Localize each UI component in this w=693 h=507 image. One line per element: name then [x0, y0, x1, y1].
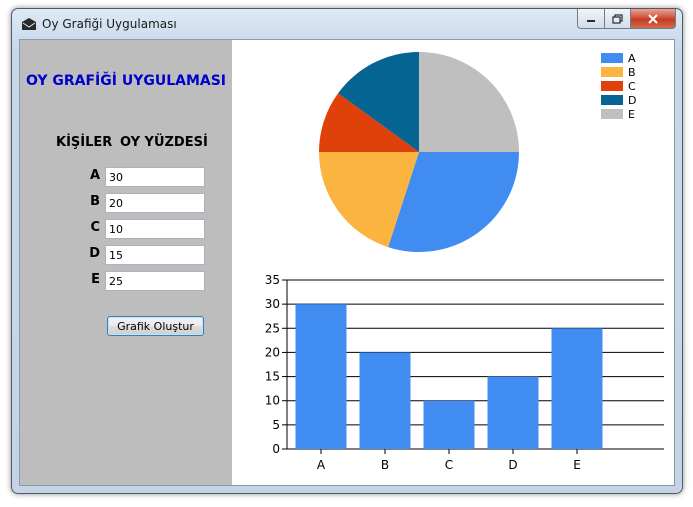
- legend-label-a: A: [628, 52, 636, 65]
- row-label-b: B: [90, 194, 100, 209]
- bar-e: [551, 328, 603, 449]
- row-label-c: C: [90, 220, 100, 235]
- chart-area: ABCDE 0 5 10 15 20 25 30 35 A B C D E: [232, 40, 674, 485]
- minimize-icon: [587, 19, 595, 22]
- restore-icon: [611, 13, 623, 24]
- bar-a: [295, 304, 347, 449]
- legend-label-c: C: [628, 80, 636, 93]
- y-tick-label: 30: [265, 297, 280, 311]
- x-tick-label-b: B: [381, 458, 389, 472]
- x-tick-label-c: C: [445, 458, 453, 472]
- envelope-icon: [22, 18, 36, 30]
- y-tick-label: 15: [265, 370, 280, 384]
- client-area: OY GRAFİĞİ UYGULAMASI KİŞİLER OY YÜZDESİ…: [19, 39, 675, 486]
- y-tick-label: 10: [265, 394, 280, 408]
- bar-chart: 0 5 10 15 20 25 30 35 A B C D E: [265, 273, 664, 472]
- minimize-button[interactable]: [577, 9, 605, 29]
- row-label-a: A: [89, 168, 100, 183]
- y-tick-label: 5: [272, 418, 280, 432]
- window-title: Oy Grafiği Uygulaması: [42, 17, 177, 31]
- x-tick-label-e: E: [573, 458, 581, 472]
- bar-b: [359, 352, 411, 449]
- legend-swatch-e: [601, 109, 623, 119]
- close-icon: [648, 13, 658, 24]
- legend-label-d: D: [628, 94, 636, 107]
- vote-input-d[interactable]: [105, 245, 205, 265]
- vote-input-a[interactable]: [105, 167, 205, 187]
- x-tick-label-d: D: [508, 458, 517, 472]
- caption-buttons: [577, 9, 676, 29]
- vote-input-b[interactable]: [105, 193, 205, 213]
- legend-swatch-d: [601, 95, 623, 105]
- row-label-d: D: [89, 246, 100, 261]
- legend-swatch-c: [601, 81, 623, 91]
- bar-c: [423, 400, 475, 449]
- legend-label-b: B: [628, 66, 636, 79]
- app-window: Oy Grafiği Uygulaması OY GRAFİĞİ UYGULAM…: [11, 8, 683, 494]
- vote-input-e[interactable]: [105, 271, 205, 291]
- create-chart-button[interactable]: Grafik Oluştur: [107, 316, 204, 336]
- y-tick-label: 25: [265, 321, 280, 335]
- bar-d: [487, 376, 539, 449]
- legend-swatch-b: [601, 67, 623, 77]
- legend-label-e: E: [628, 108, 635, 121]
- vote-input-c[interactable]: [105, 219, 205, 239]
- legend-swatch-a: [601, 53, 623, 63]
- pie-chart: ABCDE: [319, 52, 636, 253]
- pie-slice-e: [419, 52, 519, 152]
- x-tick-label-a: A: [317, 458, 326, 472]
- y-tick-label: 0: [272, 442, 280, 456]
- title-bar[interactable]: Oy Grafiği Uygulaması: [12, 9, 682, 39]
- restore-button[interactable]: [605, 9, 631, 29]
- input-panel: OY GRAFİĞİ UYGULAMASI KİŞİLER OY YÜZDESİ…: [20, 40, 232, 485]
- app-heading: OY GRAFİĞİ UYGULAMASI: [25, 73, 227, 89]
- percent-column-header: OY YÜZDESİ: [120, 135, 208, 150]
- close-button[interactable]: [631, 9, 676, 29]
- y-tick-label: 20: [265, 345, 280, 359]
- y-tick-label: 35: [265, 273, 280, 287]
- people-column-header: KİŞİLER: [56, 135, 113, 150]
- row-label-e: E: [91, 272, 100, 287]
